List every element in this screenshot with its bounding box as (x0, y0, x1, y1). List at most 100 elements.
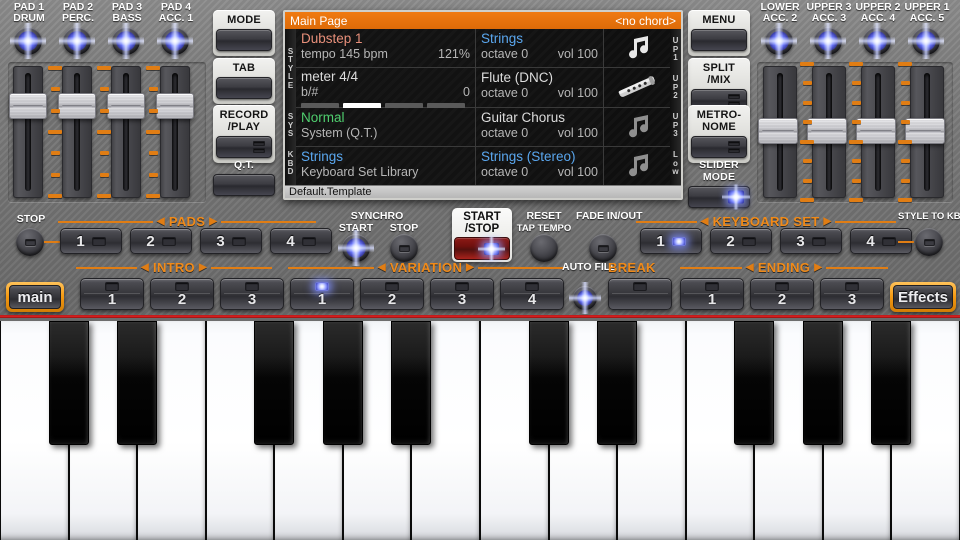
button-key[interactable] (216, 29, 272, 51)
pad-button-1[interactable]: 1 (60, 228, 122, 254)
pad-fader-4[interactable] (160, 66, 190, 198)
button-divider (84, 293, 140, 294)
variation-button-2[interactable]: 2 (360, 278, 424, 310)
pad-led-button-1[interactable] (14, 27, 42, 55)
black-key[interactable] (871, 321, 911, 445)
part-led-button-2[interactable] (814, 27, 842, 55)
black-key[interactable] (529, 321, 569, 445)
part-fader-1[interactable] (763, 66, 797, 198)
tick-mark (901, 179, 910, 183)
ending-button-3[interactable]: 3 (820, 278, 884, 310)
variation-button-4[interactable]: 4 (500, 278, 564, 310)
lcd-row-3[interactable]: NormalSystem (Q.T.)Guitar Chorusoctave 0… (296, 108, 670, 147)
button-key[interactable] (213, 174, 275, 196)
black-key[interactable] (597, 321, 637, 445)
piano-keyboard[interactable] (0, 321, 960, 540)
music-note-icon (622, 114, 652, 140)
button-key[interactable] (688, 186, 750, 208)
black-key[interactable] (49, 321, 89, 445)
ending-button-2[interactable]: 2 (750, 278, 814, 310)
tick-mark (803, 81, 812, 85)
pad-fader-cap-2[interactable] (58, 93, 96, 119)
lcd-row-left-cell-3[interactable]: NormalSystem (Q.T.) (296, 108, 476, 146)
tap-tempo-button[interactable] (530, 234, 558, 262)
lcd-row-sound-cell-3[interactable]: Guitar Chorusoctave 0vol 100 (476, 108, 604, 146)
part-fader-cap-1[interactable] (758, 118, 798, 144)
lcd-row-icon-cell-4[interactable] (604, 147, 670, 185)
black-key[interactable] (391, 321, 431, 445)
pad-led-button-3[interactable] (112, 27, 140, 55)
intro-button-2[interactable]: 2 (150, 278, 214, 310)
left-tab-button[interactable]: TAB (213, 58, 275, 104)
button-caption: TAB (216, 61, 272, 77)
stop-knob[interactable] (16, 228, 44, 256)
lcd-row-icon-cell-2[interactable] (604, 68, 670, 106)
break-button[interactable] (608, 278, 672, 310)
left-record-play-button[interactable]: RECORD /PLAY (213, 105, 275, 163)
part-fader-4[interactable] (910, 66, 944, 198)
variation-button-3[interactable]: 3 (430, 278, 494, 310)
intro-button-3[interactable]: 3 (220, 278, 284, 310)
pad-fader-2[interactable] (62, 66, 92, 198)
tick-mark (803, 120, 812, 124)
button-key[interactable] (691, 29, 747, 51)
left-mode-button[interactable]: MODE (213, 10, 275, 56)
pad-fader-cap-4[interactable] (156, 93, 194, 119)
pad-fader-3[interactable] (111, 66, 141, 198)
part-fader-2[interactable] (812, 66, 846, 198)
lcd-sound-name-3: Guitar Chorus (481, 110, 598, 126)
left-q-t-button[interactable]: Q.T. (213, 158, 275, 196)
black-key[interactable] (803, 321, 843, 445)
pad-button-3[interactable]: 3 (200, 228, 262, 254)
lcd-display[interactable]: Main Page <no chord> STYLESYSKBD Dubstep… (283, 10, 683, 200)
effects-button[interactable]: Effects (890, 282, 956, 312)
synchro-stop-button[interactable] (390, 234, 418, 262)
pad-led-button-4[interactable] (161, 27, 189, 55)
style-to-kbd-button[interactable] (915, 228, 943, 256)
pad-button-2[interactable]: 2 (130, 228, 192, 254)
keyboard-set-button-3[interactable]: 3 (780, 228, 842, 254)
part-led-button-3[interactable] (863, 27, 891, 55)
part-led-4 (916, 31, 936, 51)
right-metro-nome-button[interactable]: METRO- NOME (688, 105, 750, 163)
lcd-row-icon-cell-3[interactable] (604, 108, 670, 146)
start-stop-button[interactable]: START /STOP (452, 208, 512, 262)
black-key[interactable] (323, 321, 363, 445)
intro-button-1[interactable]: 1 (80, 278, 144, 310)
lcd-row-sound-cell-1[interactable]: Stringsoctave 0vol 100 (476, 29, 604, 67)
keyboard-set-button-1[interactable]: 1 (640, 228, 702, 254)
pad-fader-1[interactable] (13, 66, 43, 198)
fade-button[interactable] (589, 234, 617, 262)
black-key[interactable] (117, 321, 157, 445)
lcd-row-sound-cell-2[interactable]: Flute (DNC)octave 0vol 100 (476, 68, 604, 106)
pad-fader-cap-3[interactable] (107, 93, 145, 119)
auto-fill-button[interactable] (573, 286, 597, 310)
black-key[interactable] (254, 321, 294, 445)
synchro-start-button[interactable] (342, 234, 370, 262)
lcd-row-left-cell-4[interactable]: StringsKeyboard Set Library (296, 147, 476, 185)
right-menu-button[interactable]: MENU (688, 10, 750, 56)
pad-fader-cap-1[interactable] (9, 93, 47, 119)
tick-mark (100, 173, 109, 177)
lcd-row-icon-cell-1[interactable] (604, 29, 670, 67)
pad-led-button-2[interactable] (63, 27, 91, 55)
keyboard-set-button-2[interactable]: 2 (710, 228, 772, 254)
part-led-button-4[interactable] (912, 27, 940, 55)
lcd-row-4[interactable]: StringsKeyboard Set LibraryStrings (Ster… (296, 147, 670, 185)
button-key[interactable] (216, 77, 272, 99)
variation-button-1[interactable]: 1 (290, 278, 354, 310)
lcd-row-left-cell-1[interactable]: Dubstep 1tempo 145 bpm121% (296, 29, 476, 67)
part-led-button-1[interactable] (765, 27, 793, 55)
button-key[interactable] (691, 136, 747, 158)
lcd-row-1[interactable]: Dubstep 1tempo 145 bpm121%Stringsoctave … (296, 29, 670, 68)
black-key[interactable] (734, 321, 774, 445)
main-button[interactable]: main (6, 282, 64, 312)
ending-button-1[interactable]: 1 (680, 278, 744, 310)
part-fader-3[interactable] (861, 66, 895, 198)
button-key[interactable] (216, 136, 272, 158)
lcd-row-2[interactable]: meter 4/4b/#0Flute (DNC)octave 0vol 100 (296, 68, 670, 107)
right-slider-mode-button[interactable]: SLIDER MODE (688, 158, 750, 208)
pad-button-4[interactable]: 4 (270, 228, 332, 254)
lcd-row-left-cell-2[interactable]: meter 4/4b/#0 (296, 68, 476, 106)
lcd-row-sound-cell-4[interactable]: Strings (Stereo)octave 0vol 100 (476, 147, 604, 185)
